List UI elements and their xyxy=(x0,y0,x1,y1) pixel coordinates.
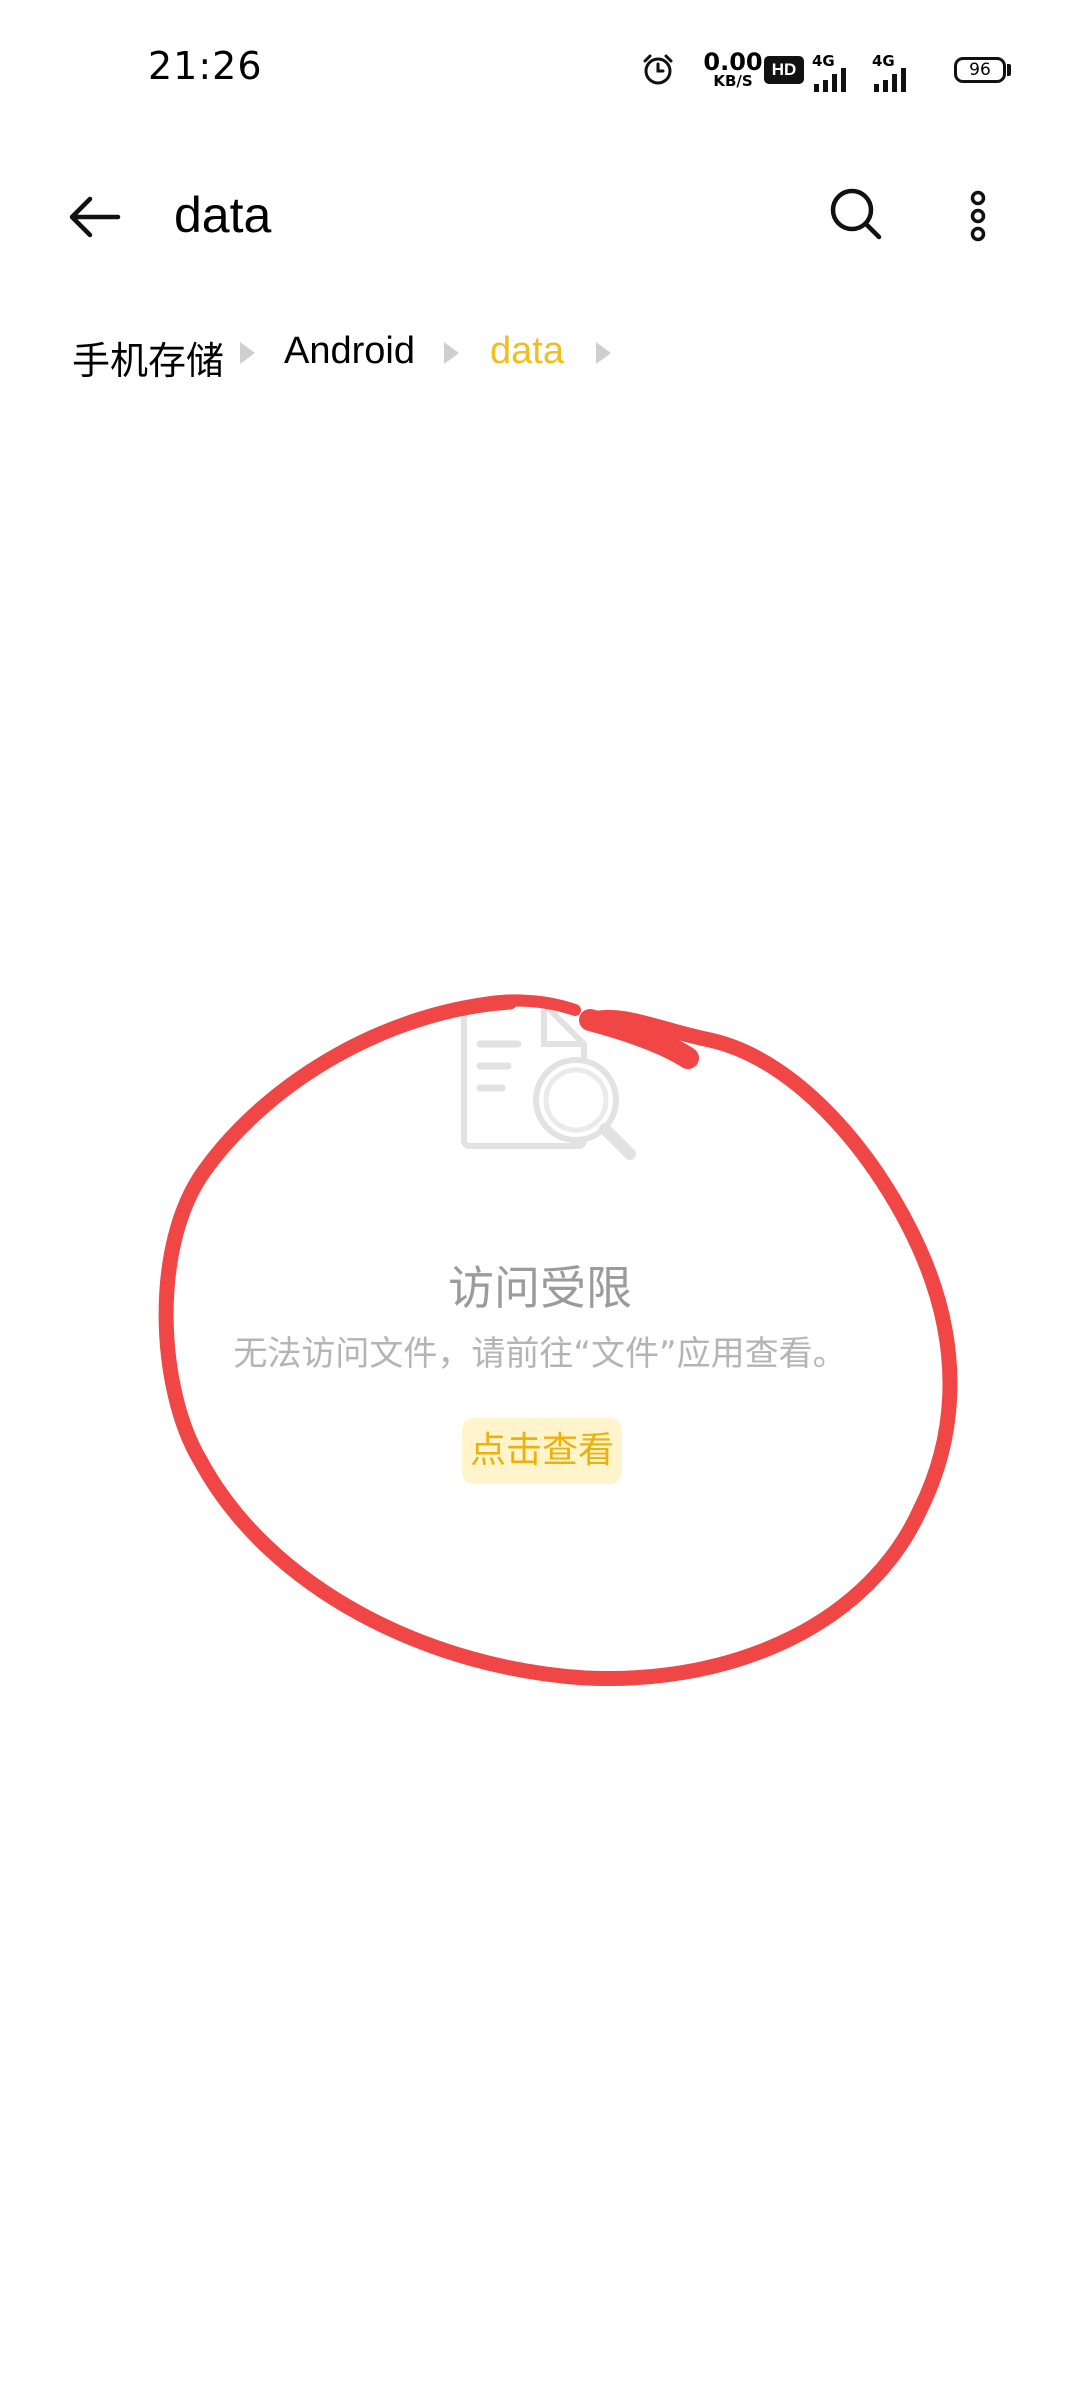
view-in-files-button[interactable]: 点击查看 xyxy=(462,1418,622,1484)
breadcrumb-chevron-icon xyxy=(596,342,611,364)
search-icon[interactable] xyxy=(828,186,884,242)
breadcrumb-item-android[interactable]: Android xyxy=(284,330,415,373)
network-speed-value: 0.00 xyxy=(703,48,763,76)
back-arrow-icon[interactable] xyxy=(66,194,122,240)
breadcrumb-item-data[interactable]: data xyxy=(490,330,564,373)
breadcrumb-chevron-icon xyxy=(444,342,459,364)
battery-cap xyxy=(1007,64,1011,76)
breadcrumb-chevron-icon xyxy=(240,342,255,364)
signal-icon xyxy=(874,68,906,92)
alarm-icon xyxy=(643,54,673,85)
network-speed: 0.00 KB/S xyxy=(698,50,768,89)
status-icons: 0.00 KB/S HD 4G 4G 96 xyxy=(640,48,1020,96)
page-title: data xyxy=(174,187,272,243)
network-speed-unit: KB/S xyxy=(713,72,753,90)
empty-state-title: 访问受限 xyxy=(448,1261,632,1315)
hd-voice-icon: HD xyxy=(764,56,804,84)
battery-icon: 96 xyxy=(954,57,1006,83)
breadcrumb-item-phone-storage[interactable]: 手机存储 xyxy=(72,330,224,385)
battery-level: 96 xyxy=(969,60,991,80)
file-search-icon xyxy=(461,1001,636,1160)
empty-state-message: 无法访问文件，请前往“文件”应用查看。 xyxy=(233,1334,847,1374)
status-time: 21:26 xyxy=(148,44,263,88)
more-options-icon[interactable] xyxy=(966,190,990,242)
signal-icon xyxy=(814,68,846,92)
